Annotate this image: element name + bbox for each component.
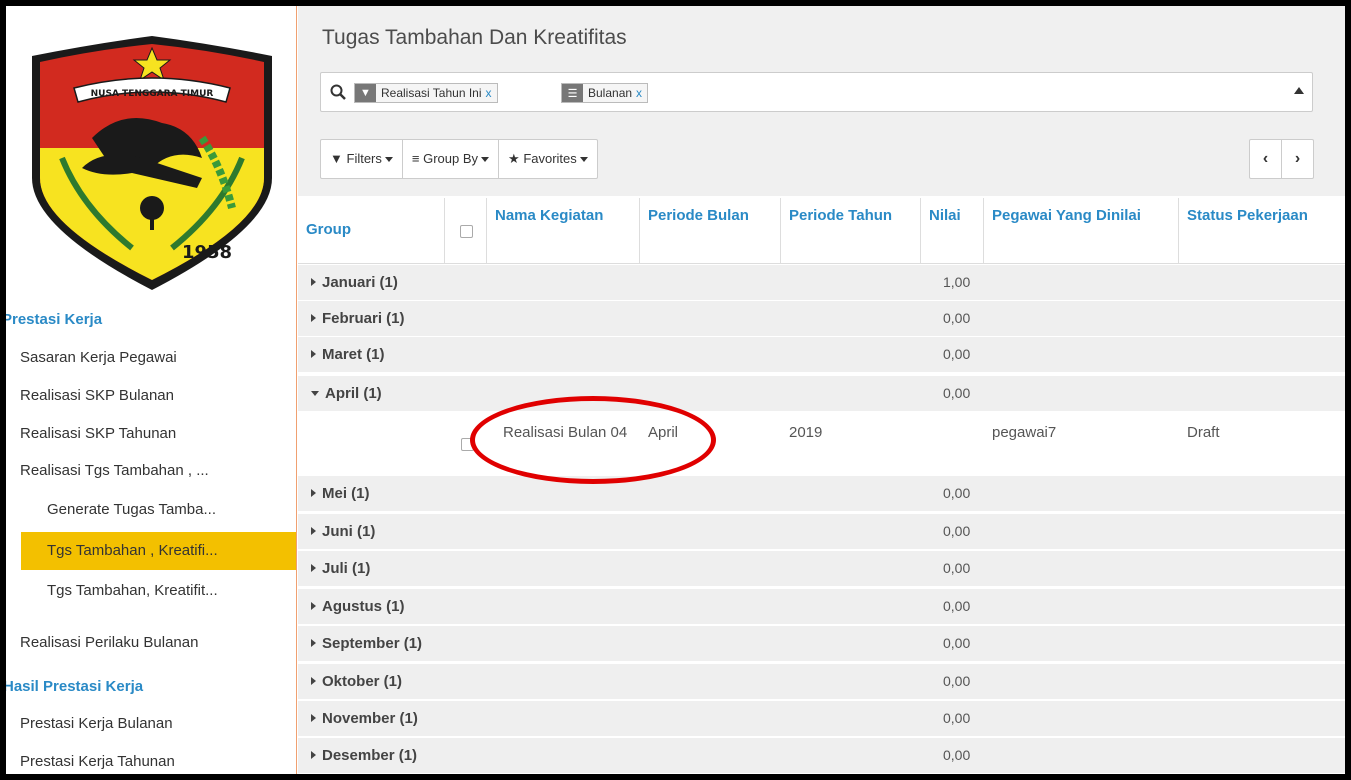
menu-section-prestasi-kerja: Prestasi Kerja <box>6 311 103 328</box>
pager-previous-button[interactable]: ‹ <box>1250 140 1282 178</box>
caret-right-icon <box>311 602 316 610</box>
caret-right-icon <box>311 489 316 497</box>
filter-icon: ▼ <box>355 84 376 102</box>
menu-item-generate-tugas[interactable]: Generate Tugas Tamba... <box>6 491 296 529</box>
menu-item-tgs-tambahan-kreatifitas[interactable]: Tgs Tambahan, Kreatifit... <box>6 572 296 610</box>
search-options: ▼ Filters ≡ Group By ★ Favorites <box>320 139 598 179</box>
search-icon[interactable] <box>330 84 346 100</box>
caret-right-icon <box>311 751 316 759</box>
caret-right-icon <box>311 278 316 286</box>
svg-text:NUSA TENGGARA TIMUR: NUSA TENGGARA TIMUR <box>91 89 214 99</box>
menu-item-realisasi-tgs-tambahan[interactable]: Realisasi Tgs Tambahan , ... <box>6 452 296 490</box>
facet-value: Realisasi Tahun Ini <box>381 86 482 100</box>
search-bar[interactable]: ▼ Realisasi Tahun Ini x ☰ Bulanan x <box>320 72 1313 112</box>
menu-item-realisasi-skp-bulanan[interactable]: Realisasi SKP Bulanan <box>6 377 296 415</box>
caret-up-icon[interactable] <box>1294 87 1304 94</box>
facet-value: Bulanan <box>588 86 633 100</box>
group-row-maret[interactable]: Maret (1) 0,00 <box>298 337 1345 373</box>
table-row[interactable]: Realisasi Bulan 04 April 2019 pegawai7 D… <box>298 413 1345 473</box>
group-row-september[interactable]: September (1) 0,00 <box>298 626 1345 662</box>
group-row-juni[interactable]: Juni (1) 0,00 <box>298 514 1345 550</box>
group-row-november[interactable]: November (1) 0,00 <box>298 701 1345 737</box>
main-content: Tugas Tambahan Dan Kreatifitas ▼ Realisa… <box>298 6 1345 774</box>
filter-icon: ▼ <box>330 151 343 166</box>
annotation-circle <box>470 396 716 484</box>
menu-item-tgs-tambahan-active[interactable]: Tgs Tambahan , Kreatifi... <box>21 532 296 570</box>
control-panel: Tugas Tambahan Dan Kreatifitas ▼ Realisa… <box>298 6 1345 196</box>
group-row-mei[interactable]: Mei (1) 0,00 <box>298 476 1345 512</box>
facet-realisasi-tahun-ini[interactable]: ▼ Realisasi Tahun Ini x <box>354 83 498 103</box>
menu-item-sasaran-kerja[interactable]: Sasaran Kerja Pegawai <box>6 339 296 377</box>
pager-next-button[interactable]: › <box>1282 140 1313 178</box>
group-row-juli[interactable]: Juli (1) 0,00 <box>298 551 1345 587</box>
group-row-agustus[interactable]: Agustus (1) 0,00 <box>298 589 1345 625</box>
logo-icon: NUSA TENGGARA TIMUR 1958 <box>32 36 272 290</box>
svg-text:1958: 1958 <box>182 242 232 263</box>
cell-pegawai: pegawai7 <box>992 424 1057 441</box>
caret-right-icon <box>311 314 316 322</box>
cell-periode-tahun: 2019 <box>789 424 823 441</box>
select-all-checkbox[interactable] <box>460 225 473 238</box>
caret-right-icon <box>311 350 316 358</box>
group-row-februari[interactable]: Februari (1) 0,00 <box>298 301 1345 337</box>
column-status[interactable]: Status Pekerjaan <box>1179 198 1345 264</box>
column-select-all <box>445 198 487 264</box>
star-icon: ★ <box>508 151 520 166</box>
menu-item-prestasi-tahunan[interactable]: Prestasi Kerja Tahunan <box>6 743 296 774</box>
menu-item-realisasi-perilaku[interactable]: Realisasi Perilaku Bulanan <box>6 624 296 662</box>
cell-status: Draft <box>1187 424 1220 441</box>
facet-remove-button[interactable]: x <box>486 86 492 100</box>
sidebar: NUSA TENGGARA TIMUR 1958 Prestasi Kerja … <box>6 6 297 774</box>
favorites-button[interactable]: ★ Favorites <box>499 140 597 178</box>
group-by-button[interactable]: ≡ Group By <box>403 140 500 178</box>
column-periode-tahun[interactable]: Periode Tahun <box>781 198 921 264</box>
caret-right-icon <box>311 677 316 685</box>
column-periode-bulan[interactable]: Periode Bulan <box>640 198 781 264</box>
table-header: Group Nama Kegiatan Periode Bulan Period… <box>298 198 1345 264</box>
page-title: Tugas Tambahan Dan Kreatifitas <box>322 26 627 49</box>
caret-right-icon <box>311 564 316 572</box>
column-nama-kegiatan[interactable]: Nama Kegiatan <box>487 198 640 264</box>
menu-item-prestasi-bulanan[interactable]: Prestasi Kerja Bulanan <box>6 705 296 743</box>
facet-bulanan[interactable]: ☰ Bulanan x <box>561 83 649 103</box>
group-row-desember[interactable]: Desember (1) 0,00 <box>298 738 1345 774</box>
menu-section-hasil-prestasi: Hasil Prestasi Kerja <box>6 678 144 695</box>
caret-right-icon <box>311 527 316 535</box>
group-row-januari[interactable]: Januari (1) 1,00 <box>298 265 1345 301</box>
bars-icon: ≡ <box>411 151 420 166</box>
menu-item-realisasi-skp-tahunan[interactable]: Realisasi SKP Tahunan <box>6 415 296 453</box>
caret-down-icon <box>311 391 319 396</box>
group-row-oktober[interactable]: Oktober (1) 0,00 <box>298 664 1345 700</box>
filters-button[interactable]: ▼ Filters <box>321 140 403 178</box>
column-nilai[interactable]: Nilai <box>921 198 984 264</box>
list-icon: ☰ <box>562 84 583 102</box>
column-pegawai[interactable]: Pegawai Yang Dinilai <box>984 198 1179 264</box>
column-group[interactable]: Group <box>298 198 445 264</box>
caret-right-icon <box>311 639 316 647</box>
group-row-april[interactable]: April (1) 0,00 <box>298 376 1345 412</box>
pager: ‹ › <box>1249 139 1314 179</box>
caret-right-icon <box>311 714 316 722</box>
facet-remove-button[interactable]: x <box>636 86 642 100</box>
